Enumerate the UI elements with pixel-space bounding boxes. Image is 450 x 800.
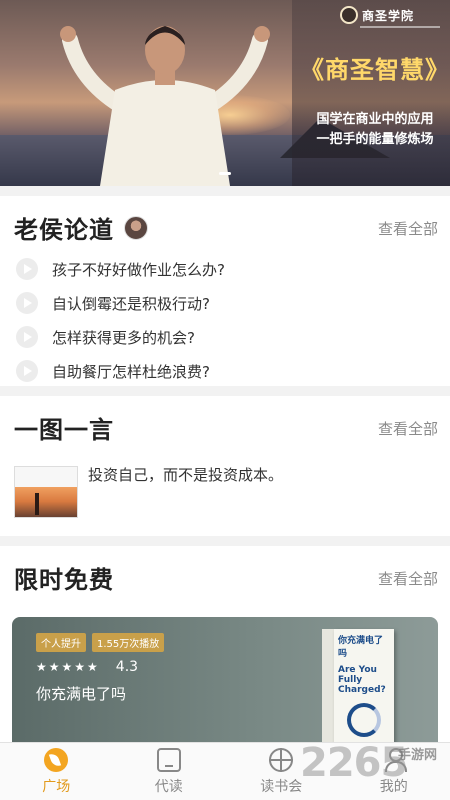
book-title: 你充满电了吗 [36,685,127,703]
list-item[interactable]: 自助餐厅怎样杜绝浪费? [16,354,436,388]
carousel-indicator [219,172,231,175]
book-cover: 你充满电了吗 Are You Fully Charged? [334,629,394,747]
banner-tagline-line-2: 一把手的能量修炼场 [316,132,434,147]
quote-text[interactable]: 投资自己，而不是投资成本。 [88,464,283,485]
tab-label: 代读 [154,778,183,795]
topic-title: 孩子不好好做作业怎么办? [52,260,225,279]
see-all-link[interactable]: 查看全部 [378,218,438,239]
topic-title: 自认倒霉还是积极行动? [52,294,210,313]
logo-underline [360,26,440,28]
see-all-link[interactable]: 查看全部 [378,418,438,439]
section-limited-free: 限时免费 查看全部 个人提升 1.55万次播放 ★★★★★ 4.3 你充满电了吗… [0,546,450,747]
play-count-tag: 1.55万次播放 [92,633,165,652]
section-header: 老侯论道 [14,210,148,245]
list-item[interactable]: 孩子不好好做作业怎么办? [16,252,436,286]
banner-headline: 《商圣智慧》 [300,55,450,84]
section-title: 老侯论道 [14,216,114,244]
section-lao-hou: 老侯论道 查看全部 孩子不好好做作业怎么办? 自认倒霉还是积极行动? 怎样获得更… [0,196,450,386]
tab-label: 广场 [42,778,71,795]
banner-tagline-line-1: 国学在商业中的应用 [316,112,434,127]
section-title: 一图一言 [14,416,114,444]
watermark-site-name: 手游网 [398,748,438,763]
section-picture-quote: 一图一言 查看全部 投资自己，而不是投资成本。 [0,396,450,536]
site-watermark: 2265 手游网 [300,738,450,798]
app-screen: 商圣学院 《商圣智慧》 国学在商业中的应用 一把手的能量修炼场 老侯论道 查看全… [0,0,450,800]
author-avatar[interactable] [124,215,148,240]
free-book-card[interactable]: 个人提升 1.55万次播放 ★★★★★ 4.3 你充满电了吗 你充满电了吗 Ar… [12,617,438,747]
brand-logo: 商圣学院 [340,6,414,24]
play-icon[interactable] [16,292,38,314]
tab-label: 读书会 [260,778,303,795]
category-tag: 个人提升 [36,633,86,652]
see-all-link[interactable]: 查看全部 [378,568,438,589]
book-spine [322,629,334,747]
book-cover-title: 你充满电了吗 [338,636,384,659]
rating: ★★★★★ 4.3 [36,659,138,675]
battery-circle-icon [347,703,381,737]
plaza-icon [44,747,69,772]
topic-list: 孩子不好好做作业怎么办? 自认倒霉还是积极行动? 怎样获得更多的机会? 自助餐厅… [16,252,436,388]
section-header: 限时免费 [14,560,114,595]
topic-title: 怎样获得更多的机会? [52,328,195,347]
rating-score: 4.3 [115,659,139,675]
tab-proxy-reading[interactable]: 代读 [113,743,226,800]
thumbnail-header [15,467,77,487]
logo-emblem-icon [340,6,358,24]
watermark-number: 2265 [300,740,408,786]
play-icon[interactable] [16,258,38,280]
thumbnail-image [15,487,77,517]
section-header: 一图一言 [14,410,114,445]
tab-plaza[interactable]: 广场 [0,743,113,800]
play-icon[interactable] [16,326,38,348]
list-item[interactable]: 自认倒霉还是积极行动? [16,286,436,320]
globe-icon [269,747,294,772]
topic-title: 自助餐厅怎样杜绝浪费? [52,362,210,381]
play-icon[interactable] [16,360,38,382]
book-cover-subtitle: Are You Fully Charged? [338,665,386,695]
star-rating-icon: ★★★★★ [36,660,100,674]
book-icon [156,747,181,772]
hero-banner[interactable]: 商圣学院 《商圣智慧》 国学在商业中的应用 一把手的能量修炼场 [0,0,450,186]
tag-list: 个人提升 1.55万次播放 [36,633,165,652]
quote-thumbnail[interactable] [14,466,78,518]
banner-tagline: 国学在商业中的应用 一把手的能量修炼场 [300,110,450,150]
list-item[interactable]: 怎样获得更多的机会? [16,320,436,354]
logo-text: 商圣学院 [362,8,415,23]
section-title: 限时免费 [14,566,114,594]
speaker-photo [60,26,270,186]
